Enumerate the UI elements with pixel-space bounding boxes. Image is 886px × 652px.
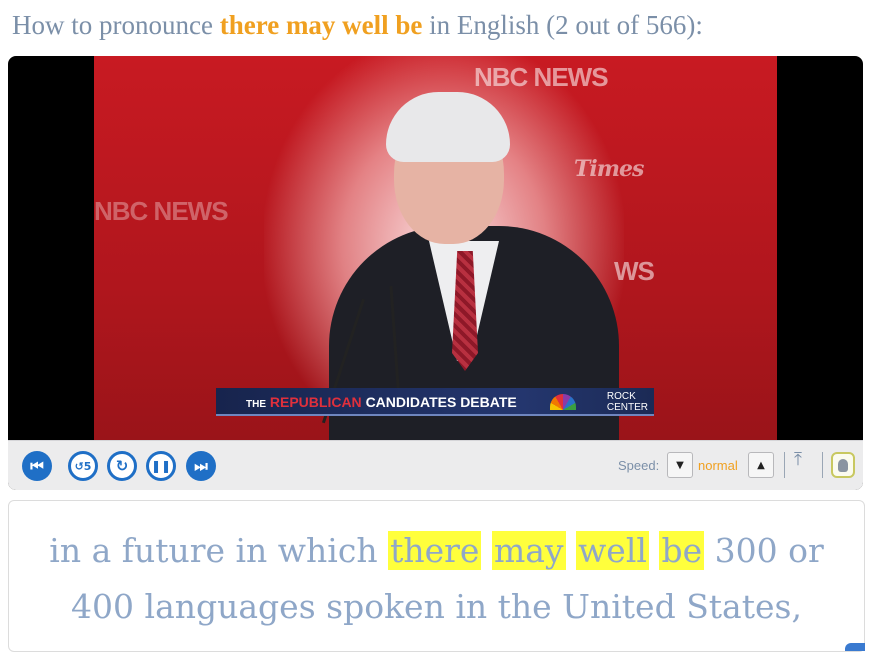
pause-icon[interactable]: ❚❚ xyxy=(146,451,176,481)
skip-next-icon[interactable]: ⏭ xyxy=(186,451,216,481)
banner-highlight: REPUBLICAN xyxy=(269,394,362,410)
speed-label: Speed: xyxy=(618,458,660,473)
caption-word[interactable]: well xyxy=(576,531,649,570)
caption-line2: 400 languages spoken in the United State… xyxy=(71,587,802,626)
watermark-nbc-top: NBC NEWS xyxy=(474,62,609,92)
video-player[interactable]: NBC NEWS NBC NEWS WS Times THE REPUBLICA… xyxy=(8,56,863,490)
scroll-top-icon[interactable]: ⤒ xyxy=(794,449,802,470)
lower-third-banner: THE REPUBLICAN CANDIDATES DEBATE ROCK CEN… xyxy=(216,388,654,416)
caption-word[interactable]: be xyxy=(659,531,705,570)
caption-panel: in a future in which there may well be 3… xyxy=(8,500,865,652)
watermark-times: Times xyxy=(574,156,644,182)
page-title: How to pronounce there may well be in En… xyxy=(12,10,872,41)
title-prefix: How to pronounce xyxy=(12,10,220,40)
watermark-nbc-right: WS xyxy=(614,256,655,286)
speed-value: normal xyxy=(698,458,738,473)
nbc-peacock-icon xyxy=(550,394,576,410)
player-controls: ⏮ ↺5 ↻ ❚❚ ⏭ Speed: ▼ normal ▲ ⤒ xyxy=(8,440,863,490)
caption-before: in a future in which xyxy=(49,531,378,570)
skip-previous-icon[interactable]: ⏮ xyxy=(22,451,52,481)
divider xyxy=(822,452,823,478)
repeat-icon[interactable]: ↻ xyxy=(107,451,137,481)
caption-text: in a future in which there may well be 3… xyxy=(9,523,864,635)
watermark-nbc-left: NBC NEWS xyxy=(94,196,229,226)
replay-5-icon[interactable]: ↺5 xyxy=(68,451,98,481)
lightbulb-icon[interactable] xyxy=(831,452,855,478)
banner-suffix: CANDIDATES DEBATE xyxy=(365,394,517,410)
speed-up-button[interactable]: ▲ xyxy=(748,452,774,478)
rock-center-logo: ROCK CENTER xyxy=(606,391,648,413)
title-suffix: in English (2 out of 566): xyxy=(422,10,703,40)
banner-prefix: THE xyxy=(246,399,266,410)
caption-after: 300 or xyxy=(714,531,824,570)
speed-down-button[interactable]: ▼ xyxy=(667,452,693,478)
caption-word[interactable]: there xyxy=(388,531,482,570)
divider xyxy=(784,452,785,478)
corner-tab[interactable] xyxy=(845,643,865,651)
title-phrase: there may well be xyxy=(219,10,423,40)
caption-word[interactable]: may xyxy=(491,531,566,570)
video-frame[interactable]: NBC NEWS NBC NEWS WS Times THE REPUBLICA… xyxy=(94,56,777,440)
